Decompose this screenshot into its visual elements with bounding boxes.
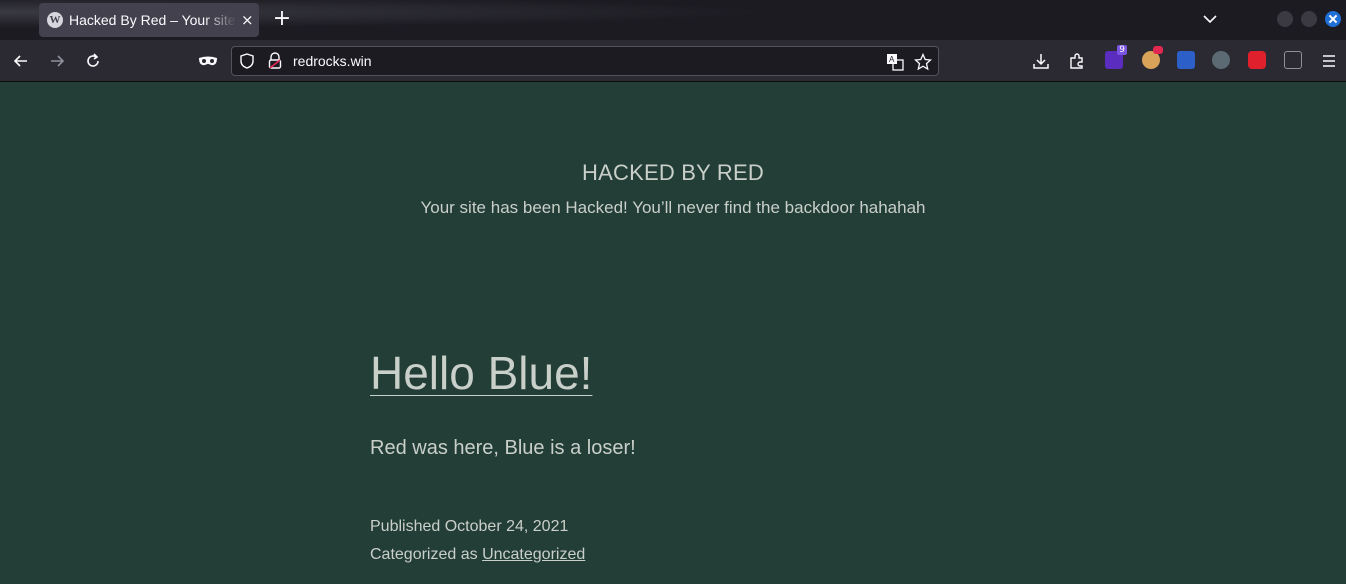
- mask-icon: [199, 56, 217, 66]
- extension-spy-icon[interactable]: [1212, 51, 1230, 69]
- menu-button[interactable]: [1317, 49, 1341, 73]
- published-label: Published: [370, 518, 441, 535]
- download-icon: [1033, 54, 1049, 69]
- private-browsing-indicator: [196, 49, 220, 73]
- site-description: Your site has been Hacked! You’ll never …: [420, 198, 926, 217]
- list-all-tabs-button[interactable]: [1200, 9, 1220, 29]
- category-link[interactable]: Uncategorized: [482, 546, 585, 563]
- post-category: Categorized as Uncategorized: [370, 546, 585, 564]
- extension-translate-icon[interactable]: [1177, 51, 1195, 69]
- url-bar[interactable]: redrocks.win A: [231, 46, 939, 76]
- maximize-window-button[interactable]: [1301, 11, 1317, 27]
- close-tab-icon[interactable]: ×: [241, 11, 254, 29]
- extensions-button[interactable]: [1065, 49, 1089, 73]
- site-title[interactable]: HACKED BY RED: [0, 160, 1346, 186]
- extension-purple-icon[interactable]: 9: [1105, 45, 1127, 69]
- downloads-button[interactable]: [1029, 49, 1053, 73]
- reload-icon: [87, 53, 99, 67]
- browser-tab[interactable]: W Hacked By Red – Your site has been Hac…: [39, 3, 259, 37]
- arrow-right-icon: [51, 55, 65, 67]
- page-content: HACKED BY RED Your site has been Hacked!…: [0, 82, 1346, 584]
- extension-lock-icon[interactable]: [1248, 51, 1266, 69]
- url-text[interactable]: redrocks.win: [293, 53, 372, 69]
- category-label: Categorized as: [370, 546, 478, 563]
- lock-icon[interactable]: [267, 52, 283, 70]
- reload-button[interactable]: [81, 49, 105, 73]
- tab-title: Hacked By Red – Your site has been Hacke…: [69, 12, 237, 28]
- chevron-down-icon: [1203, 15, 1217, 24]
- tab-strip: W Hacked By Red – Your site has been Hac…: [0, 0, 1346, 40]
- svg-text:A: A: [889, 55, 895, 64]
- post-body: Red was here, Blue is a loser!: [370, 437, 636, 459]
- shield-icon[interactable]: [239, 53, 255, 69]
- new-tab-button[interactable]: +: [271, 7, 293, 31]
- translate-icon[interactable]: A: [886, 53, 904, 71]
- minimize-window-button[interactable]: [1277, 11, 1293, 27]
- puzzle-icon: [1070, 53, 1083, 69]
- star-icon[interactable]: [914, 53, 932, 71]
- arrow-left-icon: [13, 55, 27, 67]
- extension-cookie-icon[interactable]: [1142, 46, 1163, 69]
- extension-badge: 9: [1117, 45, 1127, 55]
- post-published: Published October 24, 2021: [370, 518, 568, 536]
- hamburger-menu-icon: [1323, 55, 1335, 67]
- post-title-link[interactable]: Hello Blue!: [370, 346, 592, 400]
- published-date[interactable]: October 24, 2021: [445, 518, 569, 535]
- forward-button[interactable]: [45, 49, 69, 73]
- extension-git-icon[interactable]: [1284, 51, 1302, 69]
- close-window-button[interactable]: [1325, 11, 1341, 27]
- back-button[interactable]: [9, 49, 33, 73]
- wordpress-favicon-icon: W: [47, 12, 63, 28]
- navigation-toolbar: redrocks.win A 9: [0, 40, 1346, 82]
